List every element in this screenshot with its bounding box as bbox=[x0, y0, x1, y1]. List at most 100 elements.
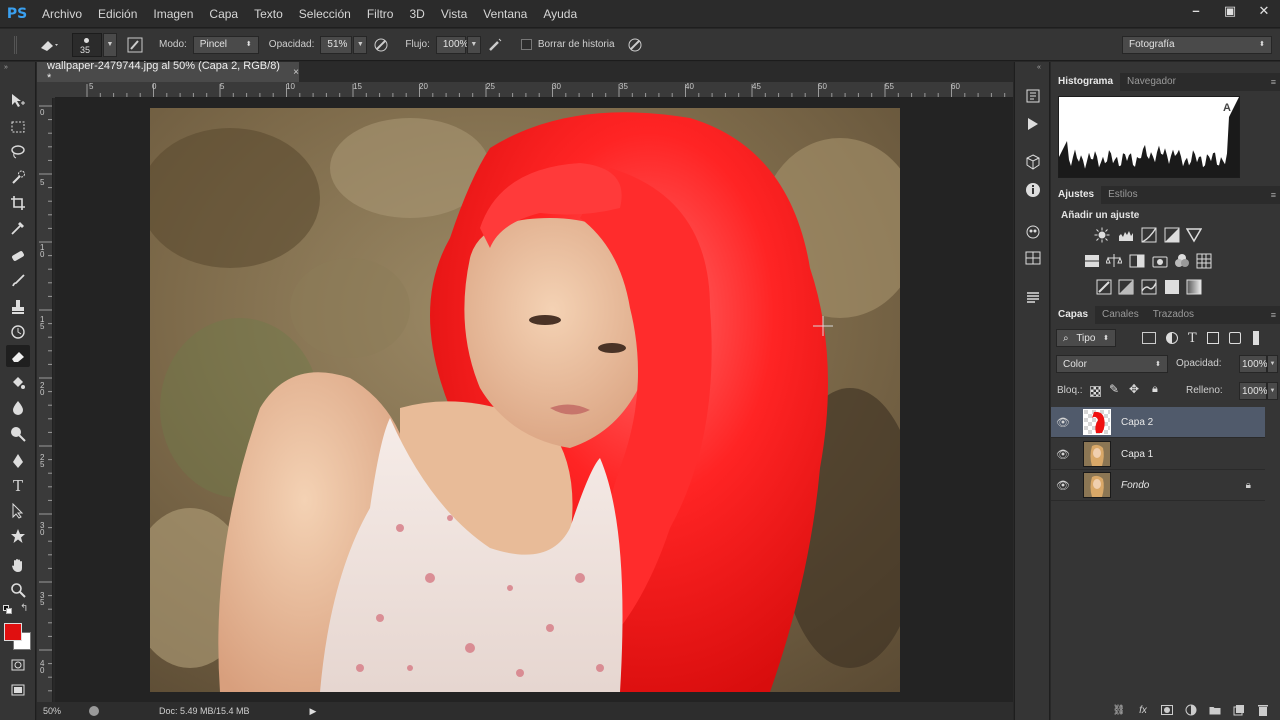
tab-estilos[interactable]: Estilos bbox=[1101, 186, 1144, 204]
eyedropper-tool-icon[interactable] bbox=[6, 217, 30, 239]
black-white-icon[interactable] bbox=[1128, 252, 1146, 270]
panel-menu-icon[interactable]: ≡ bbox=[1271, 77, 1276, 87]
menu-3d[interactable]: 3D bbox=[401, 0, 432, 28]
new-adjustment-layer-icon[interactable] bbox=[1184, 703, 1198, 717]
workspace-select[interactable]: Fotografía ⬍ bbox=[1122, 35, 1272, 54]
delete-layer-icon[interactable] bbox=[1256, 703, 1270, 717]
layer-opacity-field[interactable]: 100% bbox=[1239, 355, 1268, 373]
threshold-icon[interactable] bbox=[1140, 278, 1158, 296]
vibrance-icon[interactable] bbox=[1185, 226, 1203, 244]
maximize-button[interactable]: ▣ bbox=[1222, 3, 1238, 19]
fill-field[interactable]: 100% bbox=[1239, 382, 1268, 400]
menu-texto[interactable]: Texto bbox=[246, 0, 291, 28]
layer-row-capa-2[interactable]: 👁︎ Capa 2 bbox=[1051, 407, 1265, 438]
brush-size-dropdown-icon[interactable]: ▼ bbox=[103, 32, 117, 57]
3d-panel-icon[interactable] bbox=[1023, 152, 1043, 172]
panel-menu-icon[interactable]: ≡ bbox=[1271, 310, 1276, 320]
ruler-origin[interactable] bbox=[37, 82, 55, 98]
hand-tool-icon[interactable] bbox=[6, 554, 30, 576]
pressure-opacity-icon[interactable] bbox=[371, 35, 391, 55]
curves-icon[interactable] bbox=[1140, 226, 1158, 244]
filter-smart-object-icon[interactable] bbox=[1228, 332, 1241, 344]
clone-stamp-tool-icon[interactable] bbox=[6, 296, 30, 318]
document-tab[interactable]: wallpaper-2479744.jpg al 50% (Capa 2, RG… bbox=[37, 60, 299, 84]
blur-tool-icon[interactable] bbox=[6, 397, 30, 419]
tab-canales[interactable]: Canales bbox=[1095, 306, 1146, 324]
swap-colors-icon[interactable]: ↰ bbox=[20, 603, 28, 614]
foreground-color-swatch[interactable] bbox=[4, 623, 22, 641]
move-tool-icon[interactable] bbox=[6, 90, 30, 112]
brush-panel-toggle-icon[interactable] bbox=[125, 35, 145, 55]
status-menu-arrow-icon[interactable]: ▶ bbox=[310, 706, 317, 717]
brush-presets-icon[interactable] bbox=[1023, 222, 1043, 242]
pen-tool-icon[interactable] bbox=[6, 450, 30, 472]
eraser-tool-icon[interactable] bbox=[6, 345, 30, 367]
exposure-icon[interactable] bbox=[1163, 226, 1181, 244]
quick-selection-tool-icon[interactable] bbox=[6, 166, 30, 188]
add-mask-icon[interactable] bbox=[1160, 703, 1174, 717]
lock-paint-icon[interactable]: ✎ bbox=[1109, 382, 1119, 396]
dock-collapse-icon[interactable]: « bbox=[1037, 64, 1041, 71]
layer-name[interactable]: Fondo bbox=[1121, 480, 1149, 491]
tab-trazados[interactable]: Trazados bbox=[1146, 306, 1201, 324]
shape-tool-icon[interactable] bbox=[6, 525, 30, 547]
new-group-icon[interactable] bbox=[1208, 703, 1222, 717]
filter-type-icon[interactable]: T bbox=[1188, 331, 1197, 346]
swatches-panel-icon[interactable] bbox=[1023, 248, 1043, 268]
color-lookup-icon[interactable] bbox=[1195, 252, 1213, 270]
dodge-tool-icon[interactable] bbox=[6, 423, 30, 445]
menu-ayuda[interactable]: Ayuda bbox=[535, 0, 585, 28]
layer-filter-kind[interactable]: ⌕ Tipo ⬍ bbox=[1056, 329, 1116, 347]
layer-row-fondo[interactable]: 👁︎ Fondo 🔒︎ bbox=[1051, 470, 1265, 501]
levels-icon[interactable] bbox=[1117, 226, 1135, 244]
default-colors-icon[interactable] bbox=[3, 605, 13, 615]
actions-panel-icon[interactable] bbox=[1023, 114, 1043, 134]
menu-edicion[interactable]: Edición bbox=[90, 0, 145, 28]
horizontal-ruler[interactable]: 5 0 5 10 15 20 25 30 35 40 45 50 55 60 bbox=[55, 82, 1013, 98]
history-panel-icon[interactable] bbox=[1023, 86, 1043, 106]
menu-archivo[interactable]: Archivo bbox=[34, 0, 90, 28]
minimize-button[interactable]: – bbox=[1188, 3, 1204, 19]
canvas-area[interactable] bbox=[55, 98, 1013, 702]
menu-filtro[interactable]: Filtro bbox=[359, 0, 402, 28]
eraser-tool-preset-icon[interactable] bbox=[34, 35, 64, 55]
tab-capas[interactable]: Capas bbox=[1051, 306, 1096, 324]
type-tool-icon[interactable]: T bbox=[6, 475, 30, 497]
tools-collapse-icon[interactable]: » bbox=[4, 64, 8, 71]
close-window-button[interactable]: ✕ bbox=[1256, 3, 1272, 19]
histogram-warning-icon[interactable]: A bbox=[1223, 102, 1231, 114]
layer-style-fx-icon[interactable]: fx bbox=[1136, 703, 1150, 717]
healing-brush-tool-icon[interactable] bbox=[6, 245, 30, 267]
paint-bucket-tool-icon[interactable] bbox=[6, 372, 30, 394]
layer-thumbnail[interactable] bbox=[1083, 472, 1111, 498]
selective-color-icon[interactable] bbox=[1163, 278, 1181, 296]
document-image[interactable] bbox=[150, 108, 900, 692]
new-layer-icon[interactable] bbox=[1232, 703, 1246, 717]
posterize-icon[interactable] bbox=[1117, 278, 1135, 296]
opacity-field[interactable]: 51% bbox=[320, 35, 353, 54]
brightness-icon[interactable] bbox=[1093, 226, 1111, 244]
photo-filter-icon[interactable] bbox=[1151, 252, 1169, 270]
zoom-level[interactable]: 50% bbox=[43, 706, 83, 716]
lock-all-icon[interactable]: 🔒︎ bbox=[1152, 383, 1158, 396]
crop-tool-icon[interactable] bbox=[6, 192, 30, 214]
tab-ajustes[interactable]: Ajustes bbox=[1051, 186, 1102, 204]
color-balance-icon[interactable] bbox=[1105, 252, 1123, 270]
visibility-eye-icon[interactable]: 👁︎ bbox=[1051, 416, 1075, 429]
filter-adjustment-icon[interactable] bbox=[1166, 332, 1178, 344]
paragraph-panel-icon[interactable] bbox=[1023, 288, 1043, 308]
lock-move-icon[interactable]: ✥ bbox=[1129, 382, 1139, 396]
quick-mask-icon[interactable] bbox=[6, 654, 30, 676]
tab-histograma[interactable]: Histograma bbox=[1051, 73, 1121, 91]
mode-select[interactable]: Pincel ⬍ bbox=[192, 35, 259, 54]
layer-thumbnail[interactable] bbox=[1083, 441, 1111, 467]
flow-dropdown-icon[interactable]: ▼ bbox=[466, 35, 481, 54]
visibility-eye-icon[interactable]: 👁︎ bbox=[1051, 448, 1075, 461]
layer-name[interactable]: Capa 2 bbox=[1121, 417, 1153, 428]
status-info-icon[interactable] bbox=[89, 706, 99, 716]
menu-capa[interactable]: Capa bbox=[201, 0, 246, 28]
menu-vista[interactable]: Vista bbox=[433, 0, 475, 28]
filter-pixel-icon[interactable] bbox=[1142, 332, 1156, 344]
tab-navegador[interactable]: Navegador bbox=[1120, 73, 1183, 91]
layer-row-capa-1[interactable]: 👁︎ Capa 1 bbox=[1051, 439, 1265, 470]
